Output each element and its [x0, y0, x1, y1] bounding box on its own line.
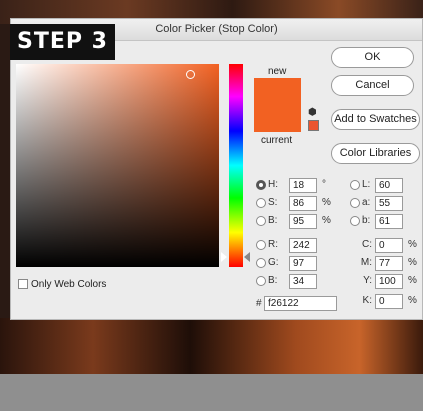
cancel-button[interactable]: Cancel: [331, 75, 414, 96]
cube-icon[interactable]: ⬢: [308, 107, 317, 118]
background-strip: [0, 374, 423, 411]
cyan-label: C:: [362, 239, 372, 250]
hex-field[interactable]: f26122: [264, 296, 337, 311]
ok-button[interactable]: OK: [331, 47, 414, 68]
green-label: G:: [268, 257, 279, 268]
b-channel-label: b:: [362, 215, 371, 226]
current-label: current: [261, 135, 293, 146]
cyan-unit: %: [408, 239, 417, 250]
background-image-bottom: [0, 318, 423, 374]
brightness-label: B:: [268, 215, 278, 226]
color-libraries-button[interactable]: Color Libraries: [331, 143, 420, 164]
brightness-radio[interactable]: [256, 216, 266, 226]
blue-radio[interactable]: [256, 276, 266, 286]
magenta-unit: %: [408, 257, 417, 268]
red-radio[interactable]: [256, 240, 266, 250]
new-label: new: [268, 66, 287, 77]
cyan-field[interactable]: 0: [375, 238, 403, 253]
a-channel-label: a:: [362, 197, 371, 208]
lightness-field[interactable]: 60: [375, 178, 403, 193]
hue-unit: °: [322, 179, 326, 190]
a-channel-radio[interactable]: [350, 198, 360, 208]
color-marker-icon[interactable]: [186, 70, 195, 79]
brightness-unit: %: [322, 215, 331, 226]
current-color-swatch[interactable]: [254, 105, 301, 132]
magenta-label: M:: [360, 257, 372, 268]
saturation-unit: %: [322, 197, 331, 208]
saturation-radio[interactable]: [256, 198, 266, 208]
saturation-brightness-field[interactable]: [16, 64, 219, 267]
black-field[interactable]: 0: [375, 294, 403, 309]
lightness-label: L:: [362, 179, 371, 190]
brightness-field[interactable]: 95: [289, 214, 317, 229]
hue-slider-left-arrow-icon[interactable]: [221, 252, 227, 262]
b-channel-field[interactable]: 61: [375, 214, 403, 229]
lightness-radio[interactable]: [350, 180, 360, 190]
magenta-field[interactable]: 77: [375, 256, 403, 271]
black-label: K:: [362, 295, 372, 306]
yellow-unit: %: [408, 275, 417, 286]
a-channel-field[interactable]: 55: [375, 196, 403, 211]
step-badge: STEP 3: [10, 24, 115, 60]
hue-radio[interactable]: [256, 180, 266, 190]
hex-prefix: #: [256, 298, 262, 309]
hue-slider-right-arrow-icon[interactable]: [244, 252, 250, 262]
hue-label: H:: [268, 179, 278, 190]
b-channel-radio[interactable]: [350, 216, 360, 226]
add-to-swatches-button[interactable]: Add to Swatches: [331, 109, 420, 130]
saturation-label: S:: [268, 197, 278, 208]
yellow-label: Y:: [363, 275, 372, 286]
web-safe-color-chip[interactable]: [308, 120, 319, 131]
hue-slider[interactable]: [229, 64, 243, 267]
blue-field[interactable]: 34: [289, 274, 317, 289]
only-web-colors-label[interactable]: Only Web Colors: [31, 279, 106, 290]
blue-label: B:: [268, 275, 278, 286]
yellow-field[interactable]: 100: [375, 274, 403, 289]
red-field[interactable]: 242: [289, 238, 317, 253]
new-color-swatch: [254, 78, 301, 105]
green-field[interactable]: 97: [289, 256, 317, 271]
green-radio[interactable]: [256, 258, 266, 268]
only-web-colors-checkbox[interactable]: [18, 279, 28, 289]
saturation-field[interactable]: 86: [289, 196, 317, 211]
black-unit: %: [408, 295, 417, 306]
red-label: R:: [268, 239, 278, 250]
hue-field[interactable]: 18: [289, 178, 317, 193]
